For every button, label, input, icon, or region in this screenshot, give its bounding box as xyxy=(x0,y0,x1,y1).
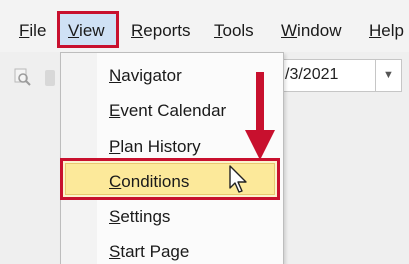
menu-item-start-page[interactable]: Start Page xyxy=(109,241,189,263)
menu-item-plan-history[interactable]: Plan History xyxy=(109,136,201,158)
menu-item-conditions[interactable]: Conditions xyxy=(109,171,189,193)
chevron-down-icon[interactable]: ▼ xyxy=(375,60,401,91)
toolbar-icon[interactable] xyxy=(45,70,55,86)
menu-view[interactable]: View xyxy=(68,20,105,42)
menu-file[interactable]: File xyxy=(19,20,46,42)
down-arrow-icon xyxy=(245,72,275,160)
menu-view-highlight: View xyxy=(57,11,119,48)
date-value: /3/2021 xyxy=(285,66,339,83)
menu-item-settings[interactable]: Settings xyxy=(109,206,170,228)
mouse-pointer-icon xyxy=(229,165,247,193)
menu-item-navigator[interactable]: Navigator xyxy=(109,65,182,87)
menu-reports[interactable]: Reports xyxy=(131,20,191,42)
search-icon[interactable] xyxy=(14,68,32,86)
menu-tools[interactable]: Tools xyxy=(214,20,254,42)
date-field[interactable]: /3/2021 ▼ xyxy=(278,59,402,92)
menu-window[interactable]: Window xyxy=(281,20,341,42)
menu-help[interactable]: Help xyxy=(369,20,404,42)
menu-item-event-calendar[interactable]: Event Calendar xyxy=(109,100,226,122)
menu-bar: File View Reports Tools Window Help xyxy=(0,0,409,52)
